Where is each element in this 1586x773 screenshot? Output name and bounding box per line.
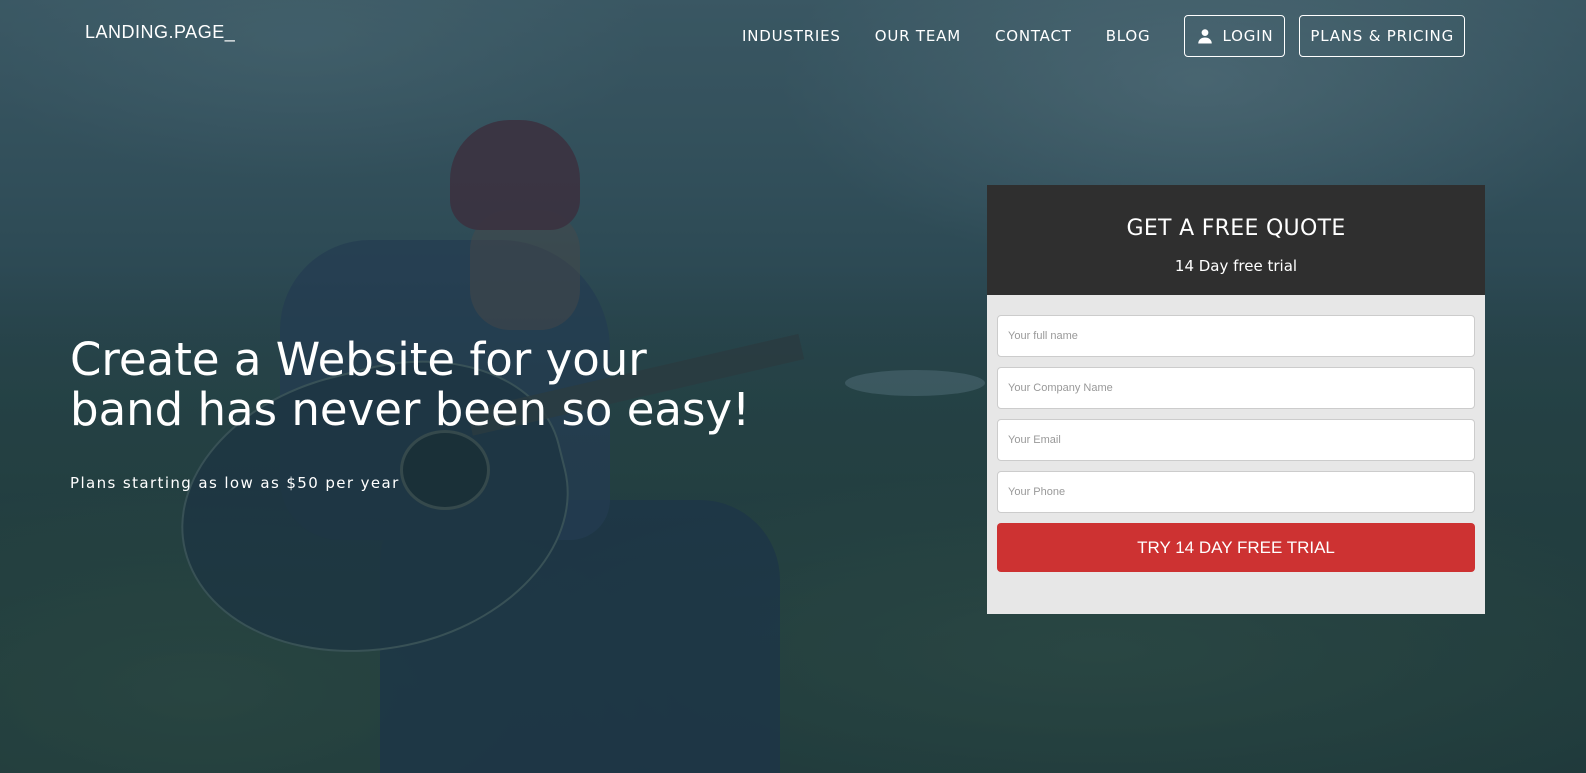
nav-contact[interactable]: CONTACT xyxy=(995,16,1072,57)
user-icon xyxy=(1198,29,1213,44)
quote-subtitle: 14 Day free trial xyxy=(1174,257,1298,275)
quote-fields: TRY 14 DAY FREE TRIAL xyxy=(987,295,1485,572)
plans-pricing-button[interactable]: PLANS & PRICING xyxy=(1299,15,1465,57)
site-logo[interactable]: LANDING.PAGE_ xyxy=(85,22,235,43)
company-name-input[interactable] xyxy=(997,367,1475,409)
hero-subline: Plans starting as low as $50 per year xyxy=(70,474,400,492)
main-nav: INDUSTRIES OUR TEAM CONTACT BLOG LOGIN P… xyxy=(742,15,1465,57)
hero-headline: Create a Website for your band has never… xyxy=(70,335,790,435)
quote-form: GET A FREE QUOTE 14 Day free trial TRY 1… xyxy=(987,185,1485,614)
login-label: LOGIN xyxy=(1222,27,1274,45)
login-button[interactable]: LOGIN xyxy=(1184,15,1286,57)
free-trial-button[interactable]: TRY 14 DAY FREE TRIAL xyxy=(997,523,1475,572)
nav-industries[interactable]: INDUSTRIES xyxy=(742,16,841,57)
nav-blog[interactable]: BLOG xyxy=(1106,16,1151,57)
headline-line-1: Create a Website for your xyxy=(70,333,647,386)
nav-our-team[interactable]: OUR TEAM xyxy=(875,16,961,57)
full-name-input[interactable] xyxy=(997,315,1475,357)
quote-form-header: GET A FREE QUOTE 14 Day free trial xyxy=(987,185,1485,295)
phone-input[interactable] xyxy=(997,471,1475,513)
quote-title: GET A FREE QUOTE xyxy=(1126,216,1346,241)
email-input[interactable] xyxy=(997,419,1475,461)
headline-line-2: band has never been so easy! xyxy=(70,383,751,436)
